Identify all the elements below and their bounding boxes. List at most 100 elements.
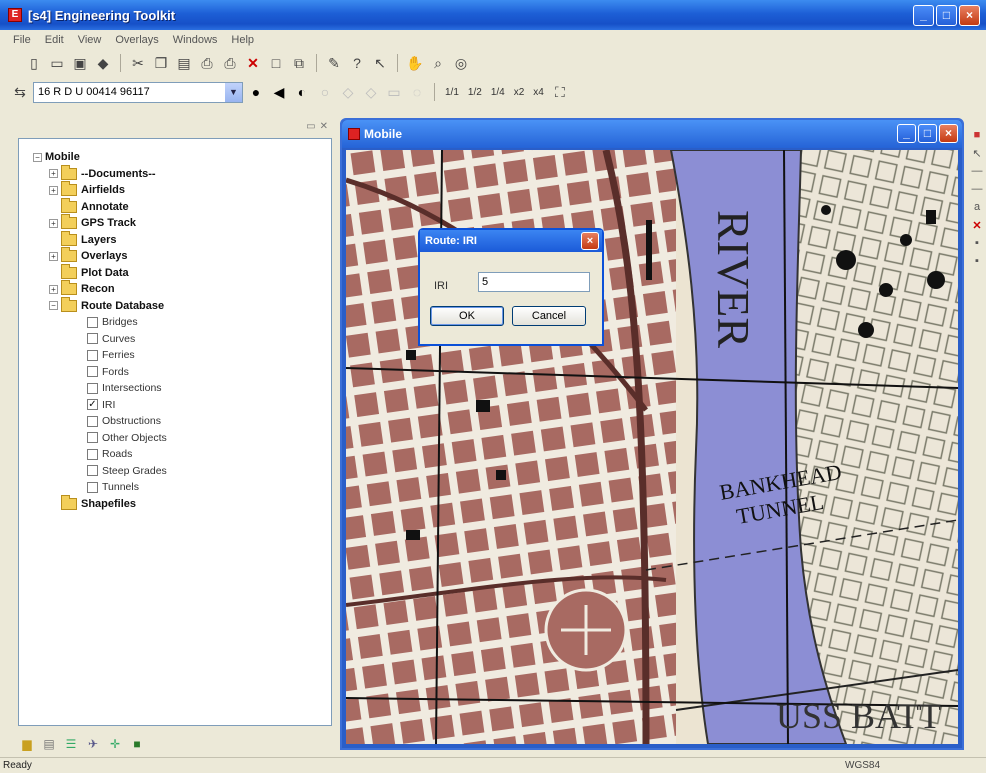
chevron-down-icon[interactable]: ▼	[225, 82, 242, 102]
expand-icon[interactable]: +	[49, 169, 58, 179]
tree-view[interactable]: − Mobile + --Documents-- + Airfields Ann…	[18, 138, 332, 726]
tree-node-overlays[interactable]: + Overlays	[19, 247, 331, 265]
route-checkbox[interactable]	[87, 333, 98, 345]
menu-edit[interactable]: Edit	[38, 34, 71, 46]
tree-node-mobile[interactable]: − Mobile	[19, 149, 331, 166]
help-icon[interactable]: ?	[347, 53, 367, 73]
route-item-ferries[interactable]: Ferries	[19, 347, 331, 364]
pan-hand-icon[interactable]: ✋	[405, 53, 425, 73]
route-iri-dialog[interactable]: Route: IRI × IRI OK Cancel	[418, 228, 604, 346]
map-window[interactable]: Mobile _ □ × RIVER BANKHEAD TUNNEL USS B…	[340, 118, 964, 750]
route-checkbox-checked[interactable]: ✓	[87, 399, 98, 411]
route-item-roads[interactable]: Roads	[19, 446, 331, 463]
tree-node-route-database[interactable]: − Route Database	[19, 296, 331, 315]
save-icon[interactable]: ▣	[70, 53, 90, 73]
route-item-curves[interactable]: Curves	[19, 331, 331, 348]
ok-button[interactable]: OK	[430, 306, 504, 326]
locate-icon[interactable]: ⇆	[10, 82, 30, 102]
expand-icon[interactable]: +	[49, 185, 58, 195]
line-tool-icon[interactable]: —	[970, 182, 984, 196]
dock-icon[interactable]: ▭	[306, 121, 315, 132]
expand-icon[interactable]: +	[49, 284, 58, 294]
route-checkbox[interactable]	[87, 432, 98, 444]
tree-node-airfields[interactable]: + Airfields	[19, 181, 331, 199]
close-icon[interactable]: ×	[581, 232, 599, 250]
cancel-button[interactable]: Cancel	[512, 306, 586, 326]
zoom-icon[interactable]: ⌕	[428, 53, 448, 73]
line-tool-icon[interactable]: —	[970, 164, 984, 178]
scale-1-4-button[interactable]: 1/4	[488, 87, 508, 98]
iri-input[interactable]	[478, 272, 590, 292]
satellite-tab-icon[interactable]: ✈	[84, 735, 102, 753]
route-checkbox[interactable]	[87, 448, 98, 460]
pencil-icon[interactable]: ✎	[324, 53, 344, 73]
half-circle-icon[interactable]: ◐	[292, 82, 312, 102]
route-item-bridges[interactable]: Bridges	[19, 314, 331, 331]
document-tab-icon[interactable]: ▤	[40, 735, 58, 753]
list-tab-icon[interactable]: ☰	[62, 735, 80, 753]
pointer-icon[interactable]: ↖	[970, 146, 984, 160]
delete-icon[interactable]: ✕	[970, 218, 984, 232]
menu-file[interactable]: File	[6, 34, 38, 46]
window-icon[interactable]: □	[266, 53, 286, 73]
close-icon[interactable]: ×	[939, 124, 958, 143]
export-icon[interactable]: ⧉	[289, 53, 309, 73]
minimize-icon[interactable]: _	[897, 124, 916, 143]
tree-node-shapefiles[interactable]: Shapefiles	[19, 494, 331, 513]
draw-tool-icon[interactable]: ◌	[407, 82, 427, 102]
route-item-iri[interactable]: ✓ IRI	[19, 397, 331, 414]
route-checkbox[interactable]	[87, 465, 98, 477]
draw-tool-icon[interactable]: ◇	[338, 82, 358, 102]
tool-icon[interactable]: ▪	[970, 236, 984, 250]
route-item-intersections[interactable]: Intersections	[19, 380, 331, 397]
menu-help[interactable]: Help	[224, 34, 261, 46]
maximize-icon[interactable]: □	[918, 124, 937, 143]
tree-node-gps-track[interactable]: + GPS Track	[19, 214, 331, 232]
text-tool-icon[interactable]: a	[970, 200, 984, 214]
palette-icon[interactable]: ■	[970, 128, 984, 142]
menu-view[interactable]: View	[71, 34, 109, 46]
menu-windows[interactable]: Windows	[166, 34, 225, 46]
route-item-obstructions[interactable]: Obstructions	[19, 413, 331, 430]
close-panel-icon[interactable]: ✕	[320, 121, 328, 132]
route-checkbox[interactable]	[87, 481, 98, 493]
draw-tool-icon[interactable]: ◇	[361, 82, 381, 102]
scale-1-2-button[interactable]: 1/2	[465, 87, 485, 98]
tree-node-annotate[interactable]: Annotate	[19, 197, 331, 216]
print-icon[interactable]: ⎙	[197, 53, 217, 73]
route-checkbox[interactable]	[87, 316, 98, 328]
route-checkbox[interactable]	[87, 366, 98, 378]
pointer-icon[interactable]: ↖	[370, 53, 390, 73]
tree-node-plot-data[interactable]: Plot Data	[19, 263, 331, 282]
point-icon[interactable]: ●	[246, 82, 266, 102]
collapse-icon[interactable]: −	[33, 152, 42, 162]
new-file-icon[interactable]: ▯	[24, 53, 44, 73]
fit-extent-icon[interactable]: ⛶	[550, 82, 570, 102]
scale-1-1-button[interactable]: 1/1	[442, 87, 462, 98]
route-checkbox[interactable]	[87, 349, 98, 361]
scale-x4-button[interactable]: x4	[530, 87, 547, 98]
circle-icon[interactable]: ○	[315, 82, 335, 102]
tool-icon[interactable]: ▪	[970, 254, 984, 268]
map-window-titlebar[interactable]: Mobile _ □ ×	[342, 120, 962, 148]
cut-icon[interactable]: ✂	[128, 53, 148, 73]
folder-tab-icon[interactable]: ▆	[18, 735, 36, 753]
route-item-other-objects[interactable]: Other Objects	[19, 430, 331, 447]
minimize-icon[interactable]: _	[913, 5, 934, 26]
map-tab-icon[interactable]: ■	[128, 735, 146, 753]
delete-icon[interactable]: ✕	[243, 53, 263, 73]
tree-node-documents[interactable]: + --Documents--	[19, 164, 331, 183]
open-folder-icon[interactable]: ▭	[47, 53, 67, 73]
tree-node-layers[interactable]: Layers	[19, 230, 331, 249]
expand-icon[interactable]: +	[49, 251, 58, 261]
copy-icon[interactable]: ❐	[151, 53, 171, 73]
menu-overlays[interactable]: Overlays	[108, 34, 165, 46]
paste-icon[interactable]: ▤	[174, 53, 194, 73]
layers-icon[interactable]: ◆	[93, 53, 113, 73]
route-item-tunnels[interactable]: Tunnels	[19, 479, 331, 496]
route-checkbox[interactable]	[87, 382, 98, 394]
collapse-icon[interactable]: −	[49, 301, 58, 311]
route-checkbox[interactable]	[87, 415, 98, 427]
route-item-steep-grades[interactable]: Steep Grades	[19, 463, 331, 480]
globe-icon[interactable]: ◎	[451, 53, 471, 73]
